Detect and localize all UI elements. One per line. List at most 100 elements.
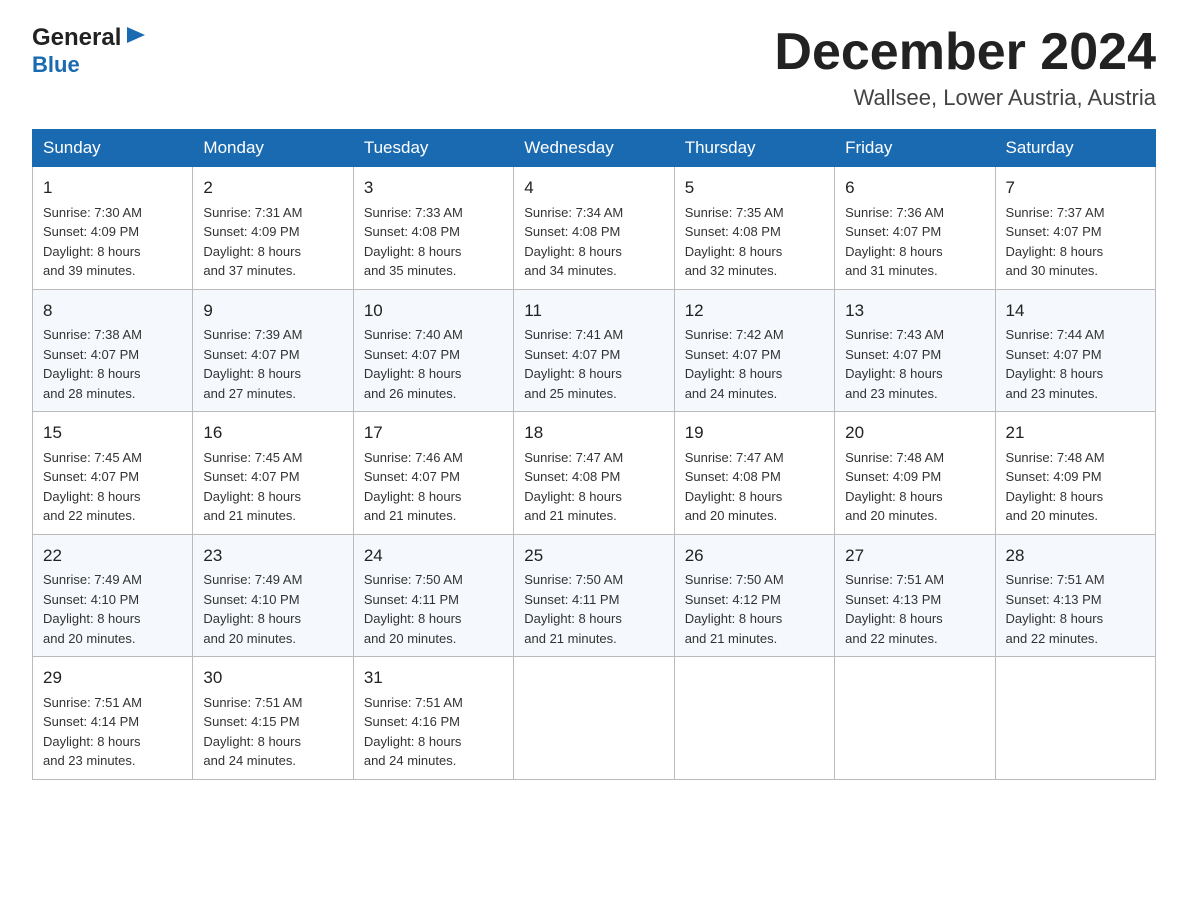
day-number: 17 [364, 420, 503, 446]
day-number: 4 [524, 175, 663, 201]
calendar-cell: 24Sunrise: 7:50 AMSunset: 4:11 PMDayligh… [353, 534, 513, 657]
calendar-cell: 8Sunrise: 7:38 AMSunset: 4:07 PMDaylight… [33, 289, 193, 412]
calendar-cell: 6Sunrise: 7:36 AMSunset: 4:07 PMDaylight… [835, 167, 995, 290]
day-number: 11 [524, 298, 663, 324]
day-number: 8 [43, 298, 182, 324]
month-title: December 2024 [774, 24, 1156, 81]
day-info: Sunrise: 7:35 AMSunset: 4:08 PMDaylight:… [685, 203, 824, 281]
day-number: 13 [845, 298, 984, 324]
day-number: 29 [43, 665, 182, 691]
logo: General Blue [32, 24, 147, 78]
calendar-cell: 10Sunrise: 7:40 AMSunset: 4:07 PMDayligh… [353, 289, 513, 412]
day-number: 5 [685, 175, 824, 201]
day-number: 9 [203, 298, 342, 324]
day-number: 31 [364, 665, 503, 691]
day-info: Sunrise: 7:39 AMSunset: 4:07 PMDaylight:… [203, 325, 342, 403]
calendar-cell: 15Sunrise: 7:45 AMSunset: 4:07 PMDayligh… [33, 412, 193, 535]
day-number: 20 [845, 420, 984, 446]
day-number: 21 [1006, 420, 1145, 446]
day-info: Sunrise: 7:50 AMSunset: 4:11 PMDaylight:… [524, 570, 663, 648]
day-number: 14 [1006, 298, 1145, 324]
day-info: Sunrise: 7:33 AMSunset: 4:08 PMDaylight:… [364, 203, 503, 281]
col-header-monday: Monday [193, 130, 353, 167]
col-header-wednesday: Wednesday [514, 130, 674, 167]
day-number: 7 [1006, 175, 1145, 201]
day-info: Sunrise: 7:46 AMSunset: 4:07 PMDaylight:… [364, 448, 503, 526]
logo-blue-text: Blue [32, 52, 80, 77]
page-header: General Blue December 2024 Wallsee, Lowe… [32, 24, 1156, 111]
calendar-cell: 4Sunrise: 7:34 AMSunset: 4:08 PMDaylight… [514, 167, 674, 290]
day-info: Sunrise: 7:31 AMSunset: 4:09 PMDaylight:… [203, 203, 342, 281]
day-info: Sunrise: 7:51 AMSunset: 4:14 PMDaylight:… [43, 693, 182, 771]
day-info: Sunrise: 7:45 AMSunset: 4:07 PMDaylight:… [43, 448, 182, 526]
calendar-cell: 27Sunrise: 7:51 AMSunset: 4:13 PMDayligh… [835, 534, 995, 657]
calendar-cell: 21Sunrise: 7:48 AMSunset: 4:09 PMDayligh… [995, 412, 1155, 535]
calendar-cell: 7Sunrise: 7:37 AMSunset: 4:07 PMDaylight… [995, 167, 1155, 290]
day-info: Sunrise: 7:50 AMSunset: 4:11 PMDaylight:… [364, 570, 503, 648]
col-header-friday: Friday [835, 130, 995, 167]
day-info: Sunrise: 7:51 AMSunset: 4:13 PMDaylight:… [845, 570, 984, 648]
calendar-cell: 31Sunrise: 7:51 AMSunset: 4:16 PMDayligh… [353, 657, 513, 780]
calendar-cell: 28Sunrise: 7:51 AMSunset: 4:13 PMDayligh… [995, 534, 1155, 657]
calendar-cell: 16Sunrise: 7:45 AMSunset: 4:07 PMDayligh… [193, 412, 353, 535]
calendar-week-row: 22Sunrise: 7:49 AMSunset: 4:10 PMDayligh… [33, 534, 1156, 657]
col-header-saturday: Saturday [995, 130, 1155, 167]
calendar-week-row: 15Sunrise: 7:45 AMSunset: 4:07 PMDayligh… [33, 412, 1156, 535]
day-info: Sunrise: 7:38 AMSunset: 4:07 PMDaylight:… [43, 325, 182, 403]
day-info: Sunrise: 7:48 AMSunset: 4:09 PMDaylight:… [845, 448, 984, 526]
col-header-thursday: Thursday [674, 130, 834, 167]
day-number: 19 [685, 420, 824, 446]
day-info: Sunrise: 7:47 AMSunset: 4:08 PMDaylight:… [685, 448, 824, 526]
calendar-cell: 5Sunrise: 7:35 AMSunset: 4:08 PMDaylight… [674, 167, 834, 290]
calendar-cell [674, 657, 834, 780]
day-info: Sunrise: 7:49 AMSunset: 4:10 PMDaylight:… [203, 570, 342, 648]
day-info: Sunrise: 7:48 AMSunset: 4:09 PMDaylight:… [1006, 448, 1145, 526]
day-info: Sunrise: 7:43 AMSunset: 4:07 PMDaylight:… [845, 325, 984, 403]
calendar-cell: 12Sunrise: 7:42 AMSunset: 4:07 PMDayligh… [674, 289, 834, 412]
day-number: 10 [364, 298, 503, 324]
calendar-week-row: 8Sunrise: 7:38 AMSunset: 4:07 PMDaylight… [33, 289, 1156, 412]
calendar-header-row: SundayMondayTuesdayWednesdayThursdayFrid… [33, 130, 1156, 167]
day-number: 27 [845, 543, 984, 569]
calendar-cell [514, 657, 674, 780]
calendar-cell: 3Sunrise: 7:33 AMSunset: 4:08 PMDaylight… [353, 167, 513, 290]
logo-general-text: General [32, 24, 121, 52]
calendar-cell: 23Sunrise: 7:49 AMSunset: 4:10 PMDayligh… [193, 534, 353, 657]
location-title: Wallsee, Lower Austria, Austria [774, 85, 1156, 111]
calendar-cell: 25Sunrise: 7:50 AMSunset: 4:11 PMDayligh… [514, 534, 674, 657]
day-number: 18 [524, 420, 663, 446]
day-number: 23 [203, 543, 342, 569]
day-info: Sunrise: 7:42 AMSunset: 4:07 PMDaylight:… [685, 325, 824, 403]
day-number: 28 [1006, 543, 1145, 569]
day-number: 16 [203, 420, 342, 446]
day-number: 26 [685, 543, 824, 569]
day-info: Sunrise: 7:41 AMSunset: 4:07 PMDaylight:… [524, 325, 663, 403]
day-info: Sunrise: 7:45 AMSunset: 4:07 PMDaylight:… [203, 448, 342, 526]
day-info: Sunrise: 7:51 AMSunset: 4:16 PMDaylight:… [364, 693, 503, 771]
calendar-cell: 18Sunrise: 7:47 AMSunset: 4:08 PMDayligh… [514, 412, 674, 535]
day-info: Sunrise: 7:40 AMSunset: 4:07 PMDaylight:… [364, 325, 503, 403]
calendar-cell: 14Sunrise: 7:44 AMSunset: 4:07 PMDayligh… [995, 289, 1155, 412]
day-info: Sunrise: 7:36 AMSunset: 4:07 PMDaylight:… [845, 203, 984, 281]
day-number: 25 [524, 543, 663, 569]
calendar-cell: 17Sunrise: 7:46 AMSunset: 4:07 PMDayligh… [353, 412, 513, 535]
title-area: December 2024 Wallsee, Lower Austria, Au… [774, 24, 1156, 111]
day-number: 3 [364, 175, 503, 201]
calendar-table: SundayMondayTuesdayWednesdayThursdayFrid… [32, 129, 1156, 780]
day-info: Sunrise: 7:37 AMSunset: 4:07 PMDaylight:… [1006, 203, 1145, 281]
calendar-week-row: 29Sunrise: 7:51 AMSunset: 4:14 PMDayligh… [33, 657, 1156, 780]
calendar-cell: 30Sunrise: 7:51 AMSunset: 4:15 PMDayligh… [193, 657, 353, 780]
calendar-cell: 29Sunrise: 7:51 AMSunset: 4:14 PMDayligh… [33, 657, 193, 780]
calendar-cell: 20Sunrise: 7:48 AMSunset: 4:09 PMDayligh… [835, 412, 995, 535]
calendar-cell: 13Sunrise: 7:43 AMSunset: 4:07 PMDayligh… [835, 289, 995, 412]
col-header-sunday: Sunday [33, 130, 193, 167]
day-number: 2 [203, 175, 342, 201]
day-info: Sunrise: 7:44 AMSunset: 4:07 PMDaylight:… [1006, 325, 1145, 403]
day-info: Sunrise: 7:47 AMSunset: 4:08 PMDaylight:… [524, 448, 663, 526]
calendar-cell: 9Sunrise: 7:39 AMSunset: 4:07 PMDaylight… [193, 289, 353, 412]
day-info: Sunrise: 7:50 AMSunset: 4:12 PMDaylight:… [685, 570, 824, 648]
calendar-week-row: 1Sunrise: 7:30 AMSunset: 4:09 PMDaylight… [33, 167, 1156, 290]
calendar-cell: 11Sunrise: 7:41 AMSunset: 4:07 PMDayligh… [514, 289, 674, 412]
day-info: Sunrise: 7:51 AMSunset: 4:13 PMDaylight:… [1006, 570, 1145, 648]
logo-flag-icon [125, 25, 147, 51]
